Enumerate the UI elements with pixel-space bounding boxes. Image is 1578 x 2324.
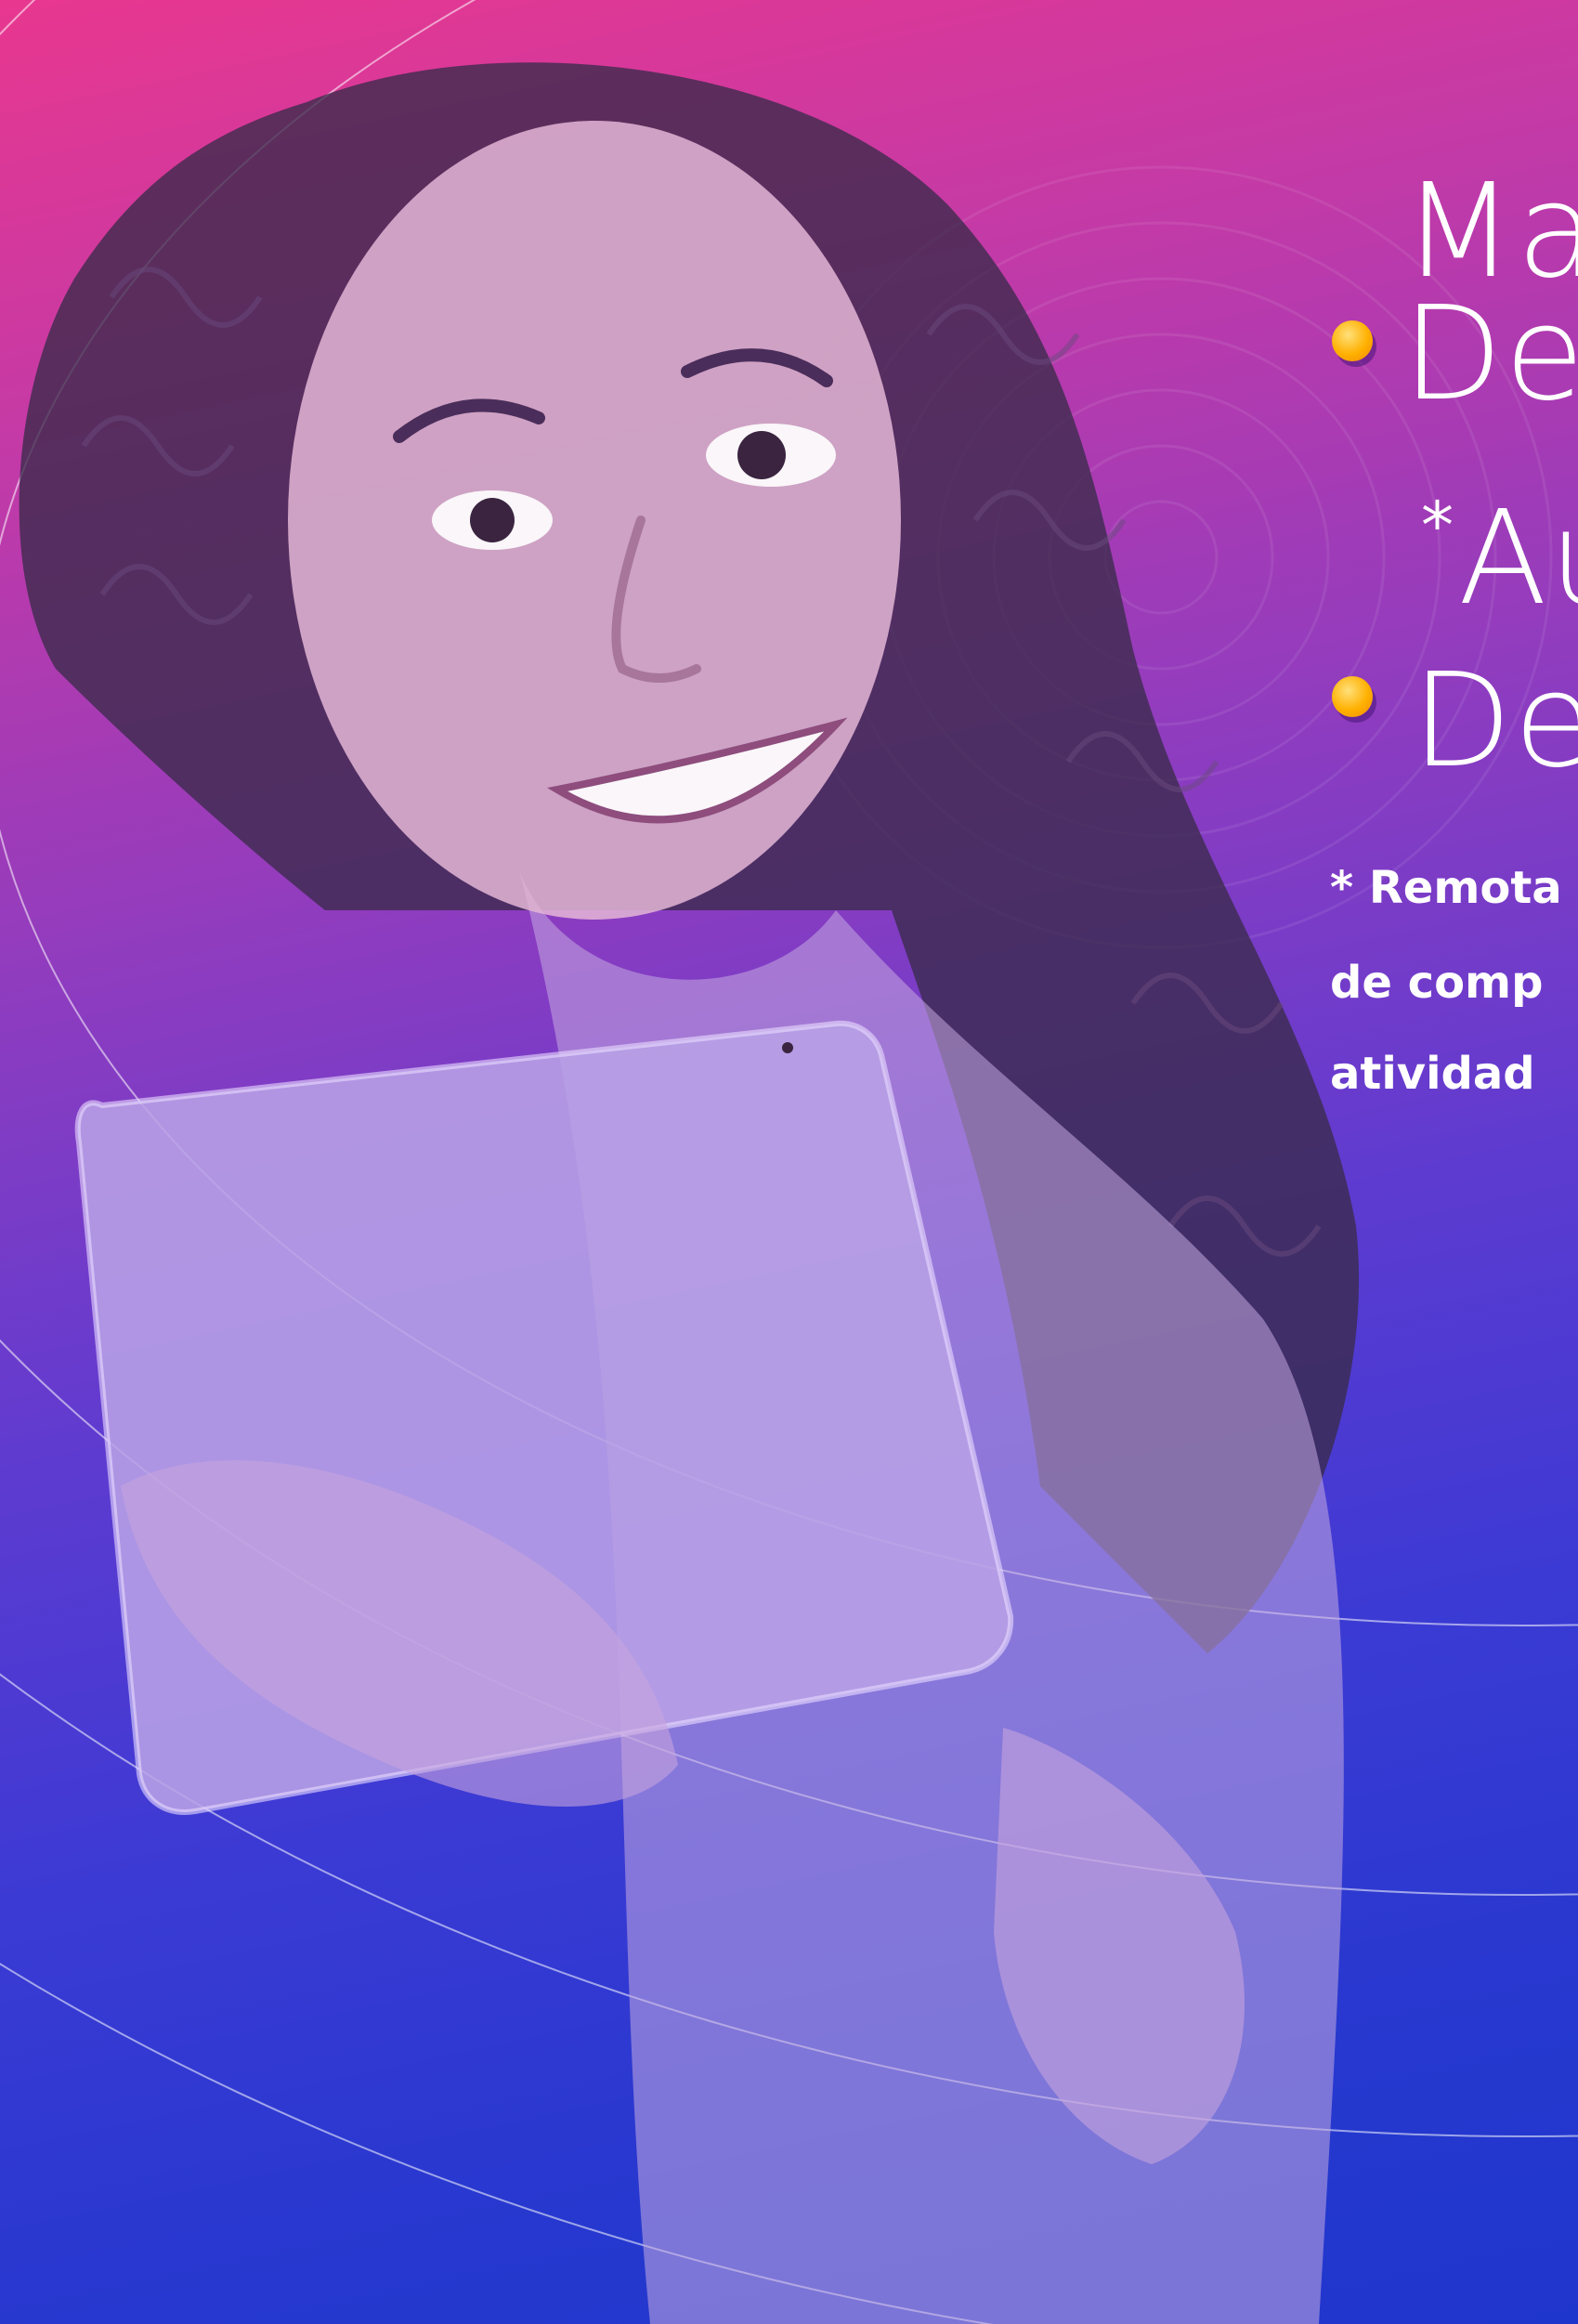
footnote-line-3: atividad: [1330, 1048, 1535, 1100]
headline-asterisk: *: [1421, 488, 1454, 564]
bullet-dot-1: [1332, 320, 1373, 361]
headline-line-4: De: [1412, 646, 1578, 797]
headline-line-3: Au: [1458, 483, 1578, 634]
promo-banner: Ma De * Au De * Remota de comp atividad: [0, 0, 1578, 2324]
headline-line-2: De: [1402, 279, 1578, 430]
footnote-line-1: * Remota: [1330, 862, 1562, 914]
bullet-dot-2: [1332, 676, 1373, 717]
footnote-line-2: de comp: [1330, 957, 1544, 1009]
